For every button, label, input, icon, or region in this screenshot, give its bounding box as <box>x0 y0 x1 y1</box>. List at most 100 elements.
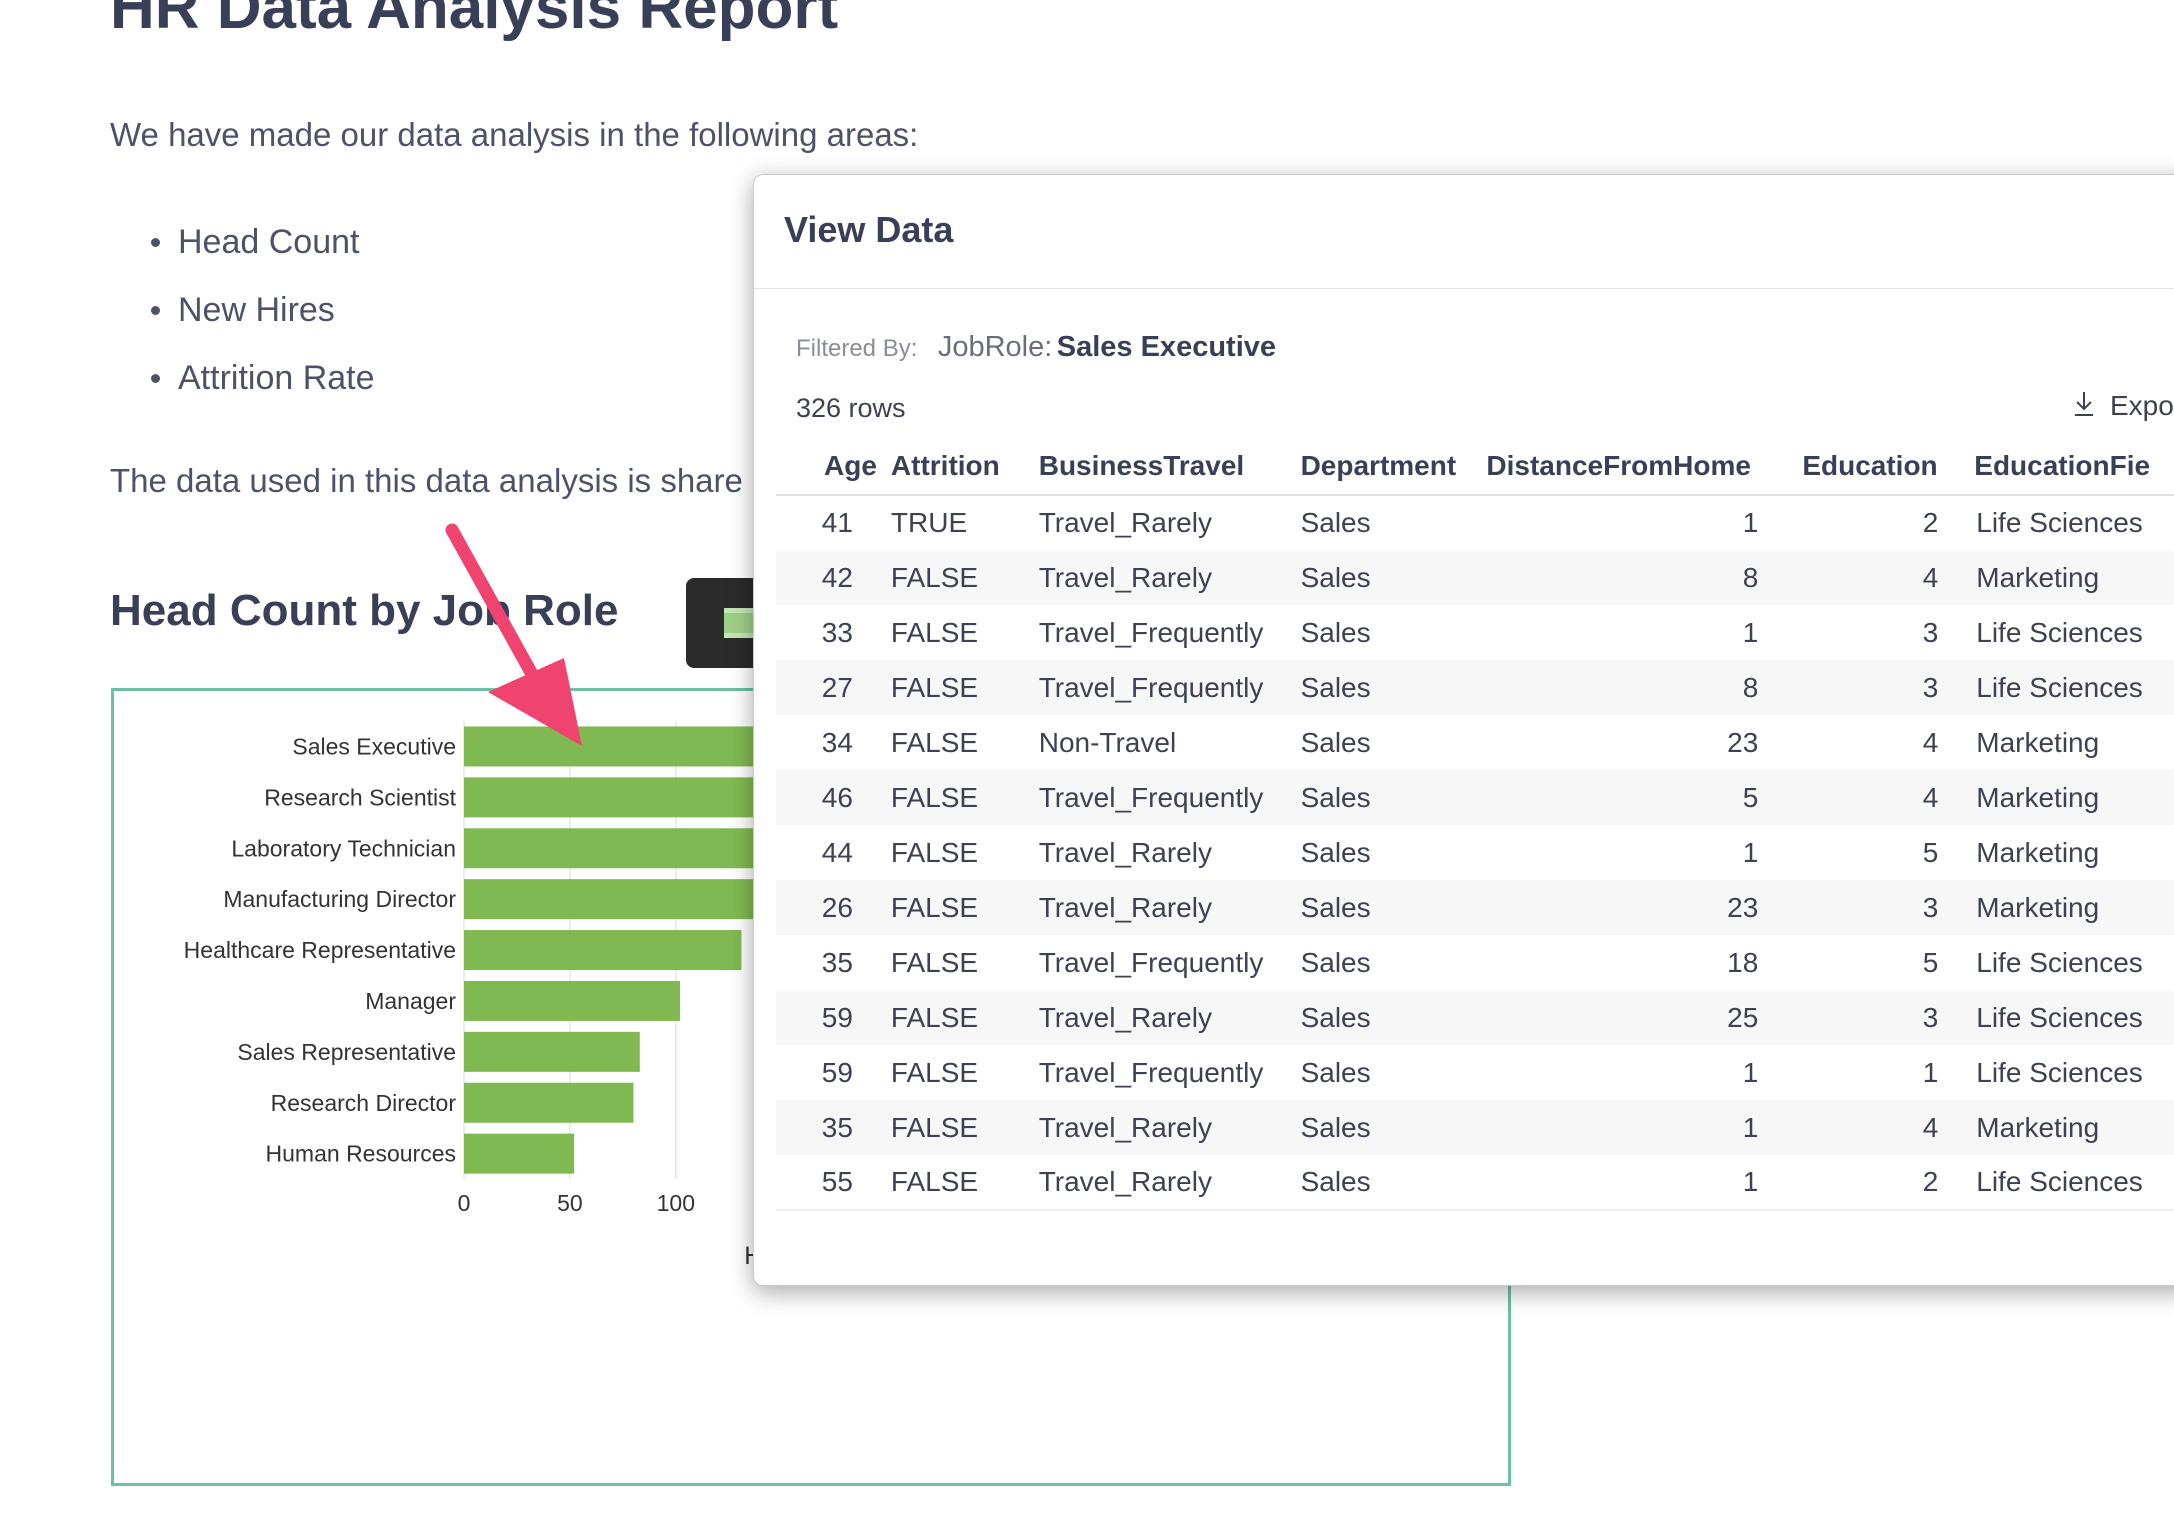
cell-education-field: Marketing <box>1942 880 2174 935</box>
export-button[interactable]: Expo <box>2072 389 2174 422</box>
table-row[interactable]: 55 FALSE Travel_Rarely Sales 1 2 Life Sciences <box>776 1155 2174 1211</box>
cell-age: 41 <box>821 507 853 538</box>
cell-attrition: FALSE <box>890 1056 979 1088</box>
x-tick-label: 100 <box>657 1190 695 1216</box>
cell-distance-from-home: 25 <box>1480 990 1763 1045</box>
cell-department: Sales <box>1300 836 1371 868</box>
cell-age: 35 <box>821 946 853 978</box>
cell-distance-from-home: 1 <box>1480 1100 1763 1155</box>
table-row[interactable]: 42 FALSE Travel_Rarely Sales 8 4 Marketing <box>776 550 2174 605</box>
cell-age: 27 <box>776 660 877 715</box>
cell-distance-from-home: 1 <box>1742 836 1759 868</box>
bar <box>464 930 742 971</box>
cell-education: 4 <box>1762 550 1943 605</box>
col-header-department[interactable]: Department <box>1282 437 1481 496</box>
table-row[interactable]: 35 FALSE Travel_Frequently Sales 18 5 Life Sci… <box>776 935 2174 990</box>
cell-attrition: TRUE <box>890 507 968 538</box>
cell-business-travel: Travel_Rarely <box>1024 1100 1283 1155</box>
cell-attrition: FALSE <box>890 946 979 978</box>
cell-business-travel: Travel_Frequently <box>1024 770 1283 825</box>
cell-attrition: FALSE <box>876 660 1025 715</box>
modal-header: View Data <box>754 175 2174 289</box>
table-row[interactable]: 26 FALSE Travel_Rarely Sales 23 3 Marketing <box>776 880 2174 935</box>
page: HR Data Analysis Report We have made our… <box>0 0 2174 1520</box>
cell-department: Sales <box>1300 726 1371 758</box>
cell-attrition: FALSE <box>876 1155 1025 1211</box>
cell-education-field: Life Sciences <box>1976 616 2143 648</box>
table-row[interactable]: 44 FALSE Travel_Rarely Sales 1 5 Marketing <box>776 825 2174 880</box>
cell-education: 3 <box>1762 660 1943 715</box>
category-label: Research Scientist <box>264 784 456 810</box>
col-header-distance-from-home[interactable]: DistanceFromHome <box>1480 437 1763 496</box>
cell-education: 3 <box>1762 880 1943 935</box>
table-row[interactable]: 27 FALSE Travel_Frequently Sales 8 3 Life Scie… <box>776 660 2174 715</box>
table-row[interactable]: 59 FALSE Travel_Frequently Sales 1 1 Life Scie… <box>776 1045 2174 1100</box>
row-count: 326 rows <box>796 393 906 423</box>
col-header-business-travel[interactable]: BusinessTravel <box>1024 437 1283 496</box>
cell-attrition: FALSE <box>890 836 979 868</box>
modal-title: View Data <box>784 209 954 250</box>
table-row[interactable]: 33 FALSE Travel_Frequently Sales 1 3 Life Scie… <box>776 605 2174 660</box>
cell-attrition: FALSE <box>890 616 979 648</box>
cell-education-field: Life Sciences <box>1942 660 2174 715</box>
cell-department: Sales <box>1300 507 1371 538</box>
filter-summary: Filtered By: JobRole: Sales Executive <box>796 331 1276 364</box>
cell-business-travel: Travel_Rarely <box>1038 836 1212 868</box>
col-header-education-field[interactable]: EducationFie <box>1942 437 2174 496</box>
area-item: New Hires <box>151 284 375 352</box>
cell-distance-from-home: 18 <box>1727 946 1759 978</box>
cell-attrition: FALSE <box>876 1100 1025 1155</box>
table-row[interactable]: 34 FALSE Non-Travel Sales 23 4 Marketing <box>776 715 2174 770</box>
cell-education-field: Marketing <box>1942 550 2174 605</box>
x-tick-label: 0 <box>458 1190 471 1216</box>
cell-education: 3 <box>1762 990 1943 1045</box>
cell-department: Sales <box>1282 660 1481 715</box>
cell-education: 4 <box>1762 1100 1943 1155</box>
cell-education: 4 <box>1922 726 1939 758</box>
category-label: Healthcare Representative <box>184 937 456 963</box>
cell-business-travel: Travel_Rarely <box>1024 880 1283 935</box>
cell-education-field: Marketing <box>1976 726 2100 758</box>
cell-education: 3 <box>1922 616 1939 648</box>
table-row[interactable]: 35 FALSE Travel_Rarely Sales 1 4 Marketing <box>776 1100 2174 1155</box>
cell-department: Sales <box>1300 1056 1371 1088</box>
category-label: Laboratory Technician <box>231 835 456 861</box>
cell-education-field: Life Sciences <box>1942 990 2174 1045</box>
cell-attrition: FALSE <box>876 550 1025 605</box>
table-row[interactable]: 46 FALSE Travel_Frequently Sales 5 4 Marketing <box>776 770 2174 825</box>
download-icon <box>2075 392 2093 416</box>
cell-distance-from-home: 5 <box>1480 770 1763 825</box>
data-grid: Age Attrition BusinessTravel Department … <box>776 437 2174 1211</box>
cell-age: 42 <box>776 550 877 605</box>
col-header-attrition[interactable]: Attrition <box>876 437 1025 496</box>
bar <box>464 1082 634 1123</box>
cell-business-travel: Travel_Frequently <box>1038 616 1264 648</box>
header-row: Age Attrition BusinessTravel Department … <box>776 437 2174 496</box>
data-grid-container[interactable]: Age Attrition BusinessTravel Department … <box>776 437 2174 1285</box>
cell-attrition: FALSE <box>890 726 979 758</box>
cell-age: 44 <box>821 836 853 868</box>
col-header-age[interactable]: Age <box>776 437 877 496</box>
table-row[interactable]: 59 FALSE Travel_Rarely Sales 25 3 Life Science… <box>776 990 2174 1045</box>
cell-business-travel: Travel_Rarely <box>1024 550 1283 605</box>
cell-attrition: FALSE <box>876 770 1025 825</box>
pointer-arrow-icon <box>445 523 582 746</box>
cell-department: Sales <box>1300 616 1371 648</box>
category-label: Manufacturing Director <box>223 886 456 912</box>
cell-attrition: FALSE <box>876 880 1025 935</box>
x-tick-label: 50 <box>557 1190 583 1216</box>
intro-text: We have made our data analysis in the fo… <box>110 116 919 153</box>
cell-age: 33 <box>821 616 853 648</box>
filter-value: Sales Executive <box>1056 331 1277 363</box>
table-row[interactable]: 41 TRUE Travel_Rarely Sales 1 2 Life Sciences <box>776 495 2174 550</box>
cell-education: 5 <box>1922 946 1939 978</box>
cell-education-field: Life Sciences <box>1976 507 2143 538</box>
cell-education-field: Marketing <box>1976 836 2100 868</box>
export-label: Expo <box>2110 390 2174 421</box>
cell-age: 59 <box>776 990 877 1045</box>
cell-distance-from-home: 1 <box>1742 1056 1759 1088</box>
view-data-modal: View Data Filtered By: JobRole: Sales Ex… <box>753 174 2174 1286</box>
col-header-education[interactable]: Education <box>1762 437 1943 496</box>
area-item: Attrition Rate <box>151 352 375 420</box>
cell-department: Sales <box>1300 946 1371 978</box>
